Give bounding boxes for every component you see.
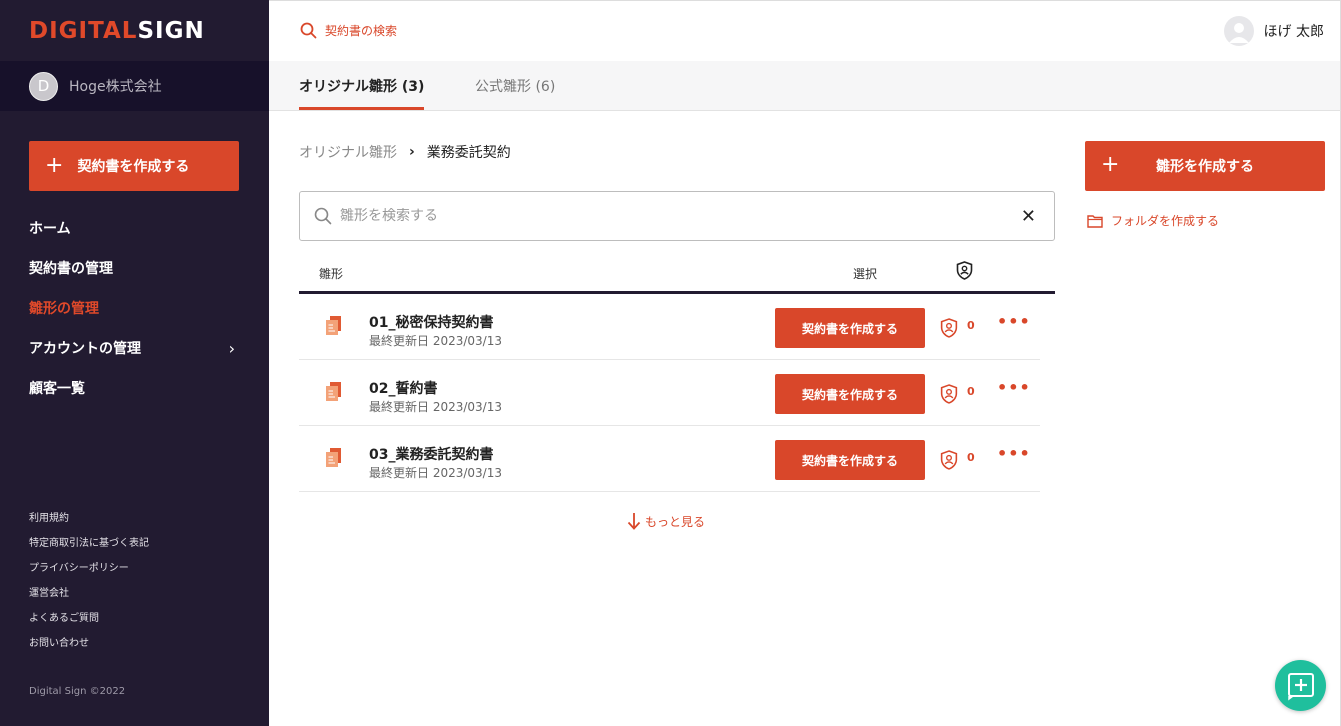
footer-link-contact[interactable]: お問い合わせ — [29, 629, 149, 654]
chevron-right-icon: › — [409, 144, 415, 160]
sidebar-item-accounts[interactable]: アカウントの管理 › — [29, 328, 239, 368]
plus-icon: + — [1101, 152, 1120, 177]
shield-user-icon — [956, 261, 973, 283]
copyright: Digital Sign ©2022 — [29, 686, 126, 697]
create-contract-from-template-button[interactable]: 契約書を作成する — [775, 308, 925, 348]
template-search-input[interactable] — [340, 208, 1000, 224]
permission-count: 0 — [967, 385, 975, 398]
template-search-box: ✕ — [299, 191, 1055, 241]
app-logo[interactable]: DIGITAL SIGN — [0, 0, 269, 61]
shield-user-icon[interactable] — [940, 318, 958, 342]
footer-links: 利用規約 特定商取引法に基づく表記 プライバシーポリシー 運営会社 よくあるご質… — [29, 504, 149, 654]
more-options-icon[interactable]: ••• — [997, 444, 1031, 463]
table-row[interactable]: 03_業務委託契約書 最終更新日 2023/03/13 契約書を作成する 0 •… — [299, 426, 1040, 492]
permission-count: 0 — [967, 451, 975, 464]
user-icon — [1228, 23, 1249, 43]
company-name: Hoge株式会社 — [69, 79, 162, 95]
folder-icon — [1087, 214, 1103, 228]
breadcrumb-parent[interactable]: オリジナル雛形 — [299, 142, 397, 162]
arrow-down-icon — [627, 513, 641, 530]
template-title[interactable]: 02_誓約書 — [369, 378, 437, 398]
close-icon[interactable]: ✕ — [1021, 206, 1036, 227]
template-title[interactable]: 03_業務委託契約書 — [369, 444, 493, 464]
shield-user-icon[interactable] — [940, 450, 958, 474]
shield-user-icon[interactable] — [940, 384, 958, 408]
plus-icon: + — [45, 153, 64, 178]
topbar: 契約書の検索 ほげ 太郎 — [269, 0, 1341, 61]
create-template-button[interactable]: + 雛形を作成する — [1085, 141, 1325, 191]
column-header-template: 雛形 — [319, 267, 344, 281]
create-contract-from-template-button[interactable]: 契約書を作成する — [775, 374, 925, 414]
company-switcher[interactable]: D Hoge株式会社 — [0, 61, 269, 111]
table-row[interactable]: 02_誓約書 最終更新日 2023/03/13 契約書を作成する 0 ••• — [299, 360, 1040, 426]
sidebar-item-customers[interactable]: 顧客一覧 — [29, 368, 239, 408]
create-contract-from-template-button[interactable]: 契約書を作成する — [775, 440, 925, 480]
tab-official-templates[interactable]: 公式雛形 (6) — [475, 61, 555, 111]
tab-bar: オリジナル雛形 (3) 公式雛形 (6) — [269, 61, 1341, 111]
document-icon — [325, 316, 343, 340]
chat-add-button[interactable] — [1275, 660, 1326, 711]
template-updated-date: 最終更新日 2023/03/13 — [369, 334, 502, 348]
breadcrumb: オリジナル雛形 › 業務委託契約 — [299, 142, 511, 162]
breadcrumb-current: 業務委託契約 — [426, 145, 511, 161]
footer-link-commerce[interactable]: 特定商取引法に基づく表記 — [29, 529, 149, 554]
table-row[interactable]: 01_秘密保持契約書 最終更新日 2023/03/13 契約書を作成する 0 •… — [299, 294, 1040, 360]
footer-link-company[interactable]: 運営会社 — [29, 579, 149, 604]
company-avatar: D — [29, 71, 58, 101]
more-options-icon[interactable]: ••• — [997, 378, 1031, 397]
permission-count: 0 — [967, 319, 975, 332]
sidebar-item-home[interactable]: ホーム — [29, 208, 239, 248]
template-title[interactable]: 01_秘密保持契約書 — [369, 312, 493, 332]
create-folder-link[interactable]: フォルダを作成する — [1087, 212, 1219, 229]
document-icon — [325, 382, 343, 406]
see-more-link[interactable]: もっと見る — [627, 512, 705, 530]
template-updated-date: 最終更新日 2023/03/13 — [369, 400, 502, 414]
sidebar: DIGITAL SIGN D Hoge株式会社 + 契約書を作成する ホーム 契約… — [0, 0, 269, 726]
search-icon — [300, 22, 317, 39]
user-name: ほげ 太郎 — [1263, 24, 1324, 40]
footer-link-terms[interactable]: 利用規約 — [29, 504, 149, 529]
document-icon — [325, 448, 343, 472]
table-header: 雛形 選択 — [299, 255, 1055, 294]
sidebar-nav: ホーム 契約書の管理 雛形の管理 アカウントの管理 › 顧客一覧 — [29, 208, 239, 408]
search-icon — [314, 207, 332, 225]
footer-link-faq[interactable]: よくあるご質問 — [29, 604, 149, 629]
sidebar-item-templates[interactable]: 雛形の管理 — [29, 288, 239, 328]
more-options-icon[interactable]: ••• — [997, 312, 1031, 331]
chevron-right-icon: › — [228, 338, 235, 358]
user-menu[interactable]: ほげ 太郎 — [1223, 16, 1324, 46]
column-header-select: 選択 — [853, 267, 878, 281]
avatar — [1223, 16, 1254, 46]
footer-link-privacy[interactable]: プライバシーポリシー — [29, 554, 149, 579]
tab-original-templates[interactable]: オリジナル雛形 (3) — [299, 61, 425, 110]
sidebar-item-contracts[interactable]: 契約書の管理 — [29, 248, 239, 288]
add-message-icon — [1287, 672, 1314, 700]
template-updated-date: 最終更新日 2023/03/13 — [369, 466, 502, 480]
contract-search-link[interactable]: 契約書の検索 — [300, 22, 397, 39]
create-contract-button[interactable]: + 契約書を作成する — [29, 141, 239, 191]
